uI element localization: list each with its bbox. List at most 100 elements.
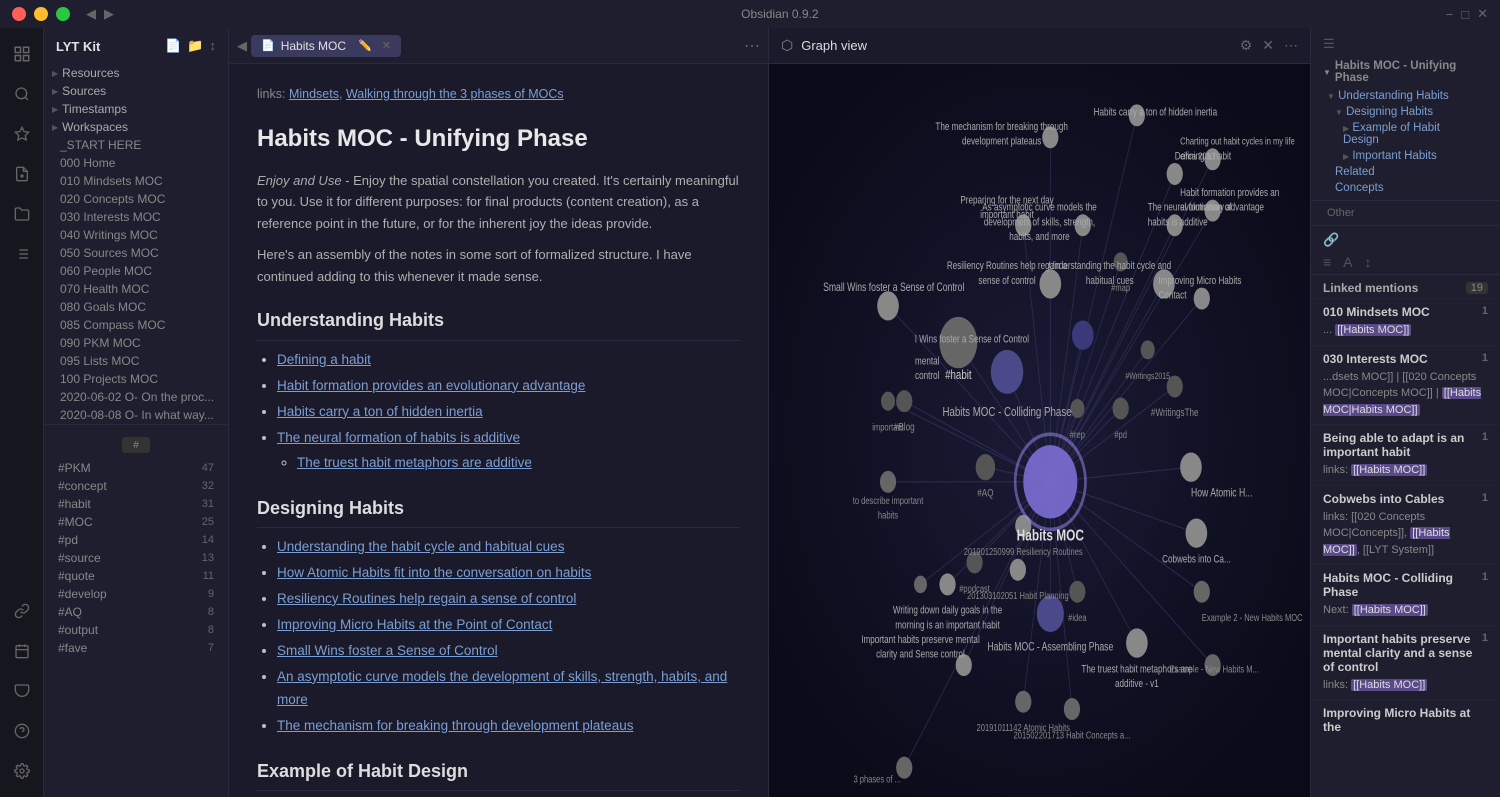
link-habit-cycle[interactable]: Understanding the habit cycle and habitu… [277, 539, 564, 554]
min-icon[interactable]: − [1446, 7, 1454, 22]
star-icon[interactable] [4, 116, 40, 152]
link-inertia[interactable]: Habits carry a ton of hidden inertia [277, 404, 483, 419]
calendar-icon[interactable] [4, 633, 40, 669]
link-breaking[interactable]: The mechanism for breaking through devel… [277, 718, 633, 733]
note-tab-habits[interactable]: 📄 Habits MOC ✏️ ✕ [251, 35, 401, 57]
link-mindsets[interactable]: Mindsets [289, 87, 339, 101]
sidebar-item[interactable]: 070 Health MOC [44, 280, 228, 298]
outline-designing[interactable]: Designing Habits [1311, 104, 1500, 120]
tag-row[interactable]: #MOC25 [44, 513, 228, 531]
forward-btn[interactable]: ▶ [104, 6, 114, 22]
rp-list-icon[interactable]: ☰ [1323, 36, 1335, 52]
search-icon[interactable] [4, 76, 40, 112]
outline-concepts[interactable]: Concepts [1311, 180, 1500, 196]
sidebar-item[interactable]: 060 People MOC [44, 262, 228, 280]
link-micro-habits[interactable]: Improving Micro Habits at the Point of C… [277, 617, 552, 632]
font-icon[interactable]: A [1343, 254, 1352, 270]
collapse-sidebar-icon[interactable]: ◀ [237, 38, 247, 54]
close-icon[interactable]: ✕ [1477, 6, 1488, 22]
sidebar-item[interactable]: 095 Lists MOC [44, 352, 228, 370]
graph-canvas[interactable]: Habits MOC Habits MOC - Colliding Phase … [769, 64, 1310, 797]
linked-item-title[interactable]: Cobwebs into Cables 1 [1323, 492, 1488, 506]
tag-row[interactable]: #habit31 [44, 495, 228, 513]
maximize-btn[interactable] [56, 7, 70, 21]
tag-row[interactable]: #AQ8 [44, 603, 228, 621]
linked-item-improving: Improving Micro Habits at the [1311, 699, 1500, 743]
sidebar-group-sources[interactable]: Sources [44, 82, 228, 100]
sidebar-item[interactable]: 050 Sources MOC [44, 244, 228, 262]
template-icon[interactable] [4, 673, 40, 709]
sidebar-item[interactable]: 2020-08-08 O- In what way... [44, 406, 228, 424]
minimize-btn[interactable] [34, 7, 48, 21]
edit-tab-icon[interactable]: ✏️ [358, 39, 372, 52]
sidebar-item[interactable]: 040 Writings MOC [44, 226, 228, 244]
linked-item-important-habits: Important habits preserve mental clarity… [1311, 625, 1500, 700]
linked-item-title[interactable]: Important habits preserve mental clarity… [1323, 632, 1488, 674]
cat-other[interactable]: Other [1311, 205, 1500, 221]
sidebar-item[interactable]: 100 Projects MOC [44, 370, 228, 388]
note-links: links: Mindsets, Walking through the 3 p… [257, 84, 740, 105]
tag-row[interactable]: #PKM47 [44, 459, 228, 477]
graph-more-icon[interactable]: ⋯ [1284, 37, 1298, 54]
tag-row[interactable]: #quote11 [44, 567, 228, 585]
outline-important[interactable]: Important Habits [1311, 148, 1500, 164]
back-btn[interactable]: ◀ [86, 6, 96, 22]
outline-example[interactable]: Example of Habit Design [1311, 120, 1500, 148]
restore-icon[interactable]: □ [1461, 7, 1469, 22]
folder-icon[interactable] [4, 196, 40, 232]
sort-az-icon[interactable]: ↕ [1365, 254, 1372, 270]
align-left-icon[interactable]: ≡ [1323, 254, 1331, 270]
tag-row[interactable]: #pd14 [44, 531, 228, 549]
sidebar-item[interactable]: 2020-06-02 O- On the proc... [44, 388, 228, 406]
link-small-wins[interactable]: Small Wins foster a Sense of Control [277, 643, 498, 658]
tab-close-icon[interactable]: ✕ [382, 39, 391, 52]
sidebar-group-timestamps[interactable]: Timestamps [44, 100, 228, 118]
sidebar-item[interactable]: 020 Concepts MOC [44, 190, 228, 208]
link-neural[interactable]: The neural formation of habits is additi… [277, 430, 520, 445]
linked-item-title[interactable]: 030 Interests MOC 1 [1323, 352, 1488, 366]
sort-icon[interactable] [4, 236, 40, 272]
close-btn[interactable] [12, 7, 26, 21]
sidebar-item[interactable]: 000 Home [44, 154, 228, 172]
tag-row[interactable]: #output8 [44, 621, 228, 639]
settings-icon[interactable] [4, 753, 40, 789]
linked-item-title[interactable]: Improving Micro Habits at the [1323, 706, 1488, 734]
outline-understanding[interactable]: Understanding Habits [1311, 88, 1500, 104]
sidebar-item[interactable]: 030 Interests MOC [44, 208, 228, 226]
link-defining[interactable]: Defining a habit [277, 352, 371, 367]
tag-row[interactable]: #concept32 [44, 477, 228, 495]
linked-item-title[interactable]: Habits MOC - Colliding Phase 1 [1323, 571, 1488, 599]
new-file-icon[interactable] [4, 156, 40, 192]
sidebar-item[interactable]: 010 Mindsets MOC [44, 172, 228, 190]
tab-more-icon[interactable]: ⋯ [744, 36, 760, 56]
sidebar-group-resources[interactable]: Resources [44, 64, 228, 82]
link-icon[interactable] [4, 593, 40, 629]
window-controls[interactable]: ◀ ▶ [12, 6, 114, 22]
sidebar-item[interactable]: 090 PKM MOC [44, 334, 228, 352]
link-asymptotic[interactable]: An asymptotic curve models the developme… [277, 669, 727, 707]
files-icon[interactable] [4, 36, 40, 72]
link-evolutionary[interactable]: Habit formation provides an evolutionary… [277, 378, 585, 393]
linked-item-adapt: Being able to adapt is an important habi… [1311, 424, 1500, 485]
link-resiliency[interactable]: Resiliency Routines help regain a sense … [277, 591, 576, 606]
link-truest[interactable]: The truest habit metaphors are additive [297, 455, 532, 470]
sidebar-item[interactable]: _START HERE [44, 136, 228, 154]
tag-row[interactable]: #develop9 [44, 585, 228, 603]
svg-text:to describe important: to describe important [853, 495, 924, 506]
sort-sidebar-icon[interactable]: ↕ [210, 38, 217, 54]
new-note-icon[interactable]: 📄 [165, 38, 181, 54]
linked-item-title[interactable]: Being able to adapt is an important habi… [1323, 431, 1488, 459]
linked-item-title[interactable]: 010 Mindsets MOC 1 [1323, 305, 1488, 319]
question-icon[interactable] [4, 713, 40, 749]
graph-close-icon[interactable]: ✕ [1262, 37, 1274, 54]
graph-settings-icon[interactable]: ⚙ [1240, 37, 1253, 54]
tag-row[interactable]: #source13 [44, 549, 228, 567]
link-phases[interactable]: Walking through the 3 phases of MOCs [346, 87, 564, 101]
outline-related[interactable]: Related [1311, 164, 1500, 180]
new-folder-icon[interactable]: 📁 [187, 38, 203, 54]
sidebar-item[interactable]: 085 Compass MOC [44, 316, 228, 334]
sidebar-group-workspaces[interactable]: Workspaces [44, 118, 228, 136]
link-atomic[interactable]: How Atomic Habits fit into the conversat… [277, 565, 591, 580]
tag-row[interactable]: #fave7 [44, 639, 228, 657]
sidebar-item[interactable]: 080 Goals MOC [44, 298, 228, 316]
